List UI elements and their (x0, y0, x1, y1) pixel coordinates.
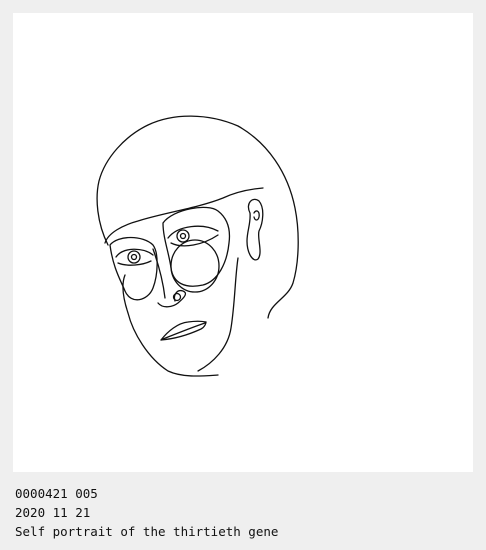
caption-block: 0000421 005 2020 11 21 Self portrait of … (15, 484, 475, 541)
ear (246, 198, 264, 261)
eye-left-iris (127, 250, 141, 264)
head-outline (96, 115, 299, 319)
eye-right-lid (167, 225, 219, 239)
artwork-id: 0000421 005 (15, 486, 98, 501)
artwork-date: 2020 11 21 (15, 505, 91, 520)
nose-tip (157, 289, 187, 308)
ear-inner (253, 210, 260, 221)
artwork-frame (13, 13, 473, 472)
forehead-band (104, 187, 264, 244)
artwork-title: Self portrait of the thirtieth gene (15, 524, 279, 539)
cheek-oval (170, 239, 220, 293)
eye-left-pupil (130, 253, 138, 261)
eye-right-iris (176, 229, 190, 243)
nose-bridge (152, 248, 166, 299)
eye-right-pupil (179, 232, 187, 240)
eye-socket-left (109, 236, 158, 301)
eye-socket-right (162, 206, 231, 287)
face-line-drawing (96, 115, 299, 377)
